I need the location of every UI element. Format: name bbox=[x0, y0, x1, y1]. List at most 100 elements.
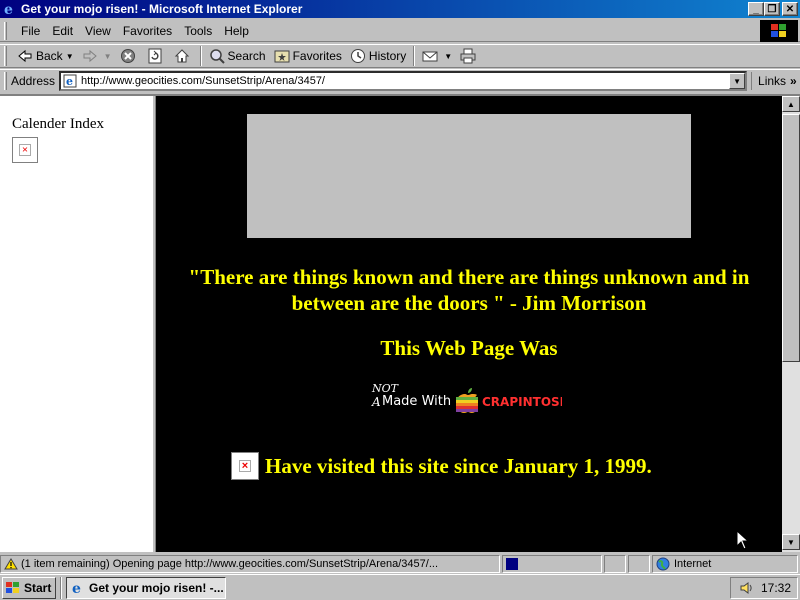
mouse-cursor-icon bbox=[736, 530, 750, 550]
svg-text:e: e bbox=[66, 75, 73, 88]
scroll-up-button[interactable]: ▲ bbox=[782, 96, 800, 112]
forward-arrow-icon bbox=[82, 48, 98, 64]
address-field[interactable]: e http://www.geocities.com/SunsetStrip/A… bbox=[59, 71, 748, 91]
links-label: Links bbox=[758, 74, 787, 88]
forward-dropdown-icon[interactable]: ▼ bbox=[104, 52, 112, 61]
status-bar: (1 item remaining) Opening page http://w… bbox=[0, 554, 800, 574]
close-icon: ✕ bbox=[785, 3, 795, 15]
scroll-down-button[interactable]: ▼ bbox=[782, 534, 800, 550]
home-button[interactable] bbox=[170, 45, 197, 67]
mail-dropdown-icon: ▼ bbox=[444, 51, 453, 61]
standard-toolbar: Back ▼ ▼ Search Favorites History ▼ bbox=[0, 44, 800, 68]
search-button[interactable]: Search bbox=[205, 45, 270, 67]
refresh-button[interactable] bbox=[143, 45, 170, 67]
stop-button[interactable] bbox=[116, 45, 143, 67]
globe-icon bbox=[656, 557, 670, 571]
menu-favorites[interactable]: Favorites bbox=[117, 24, 178, 38]
history-button[interactable]: History bbox=[346, 45, 410, 67]
logo-brand-text: CRAPINTOSH bbox=[482, 395, 562, 409]
links-button[interactable]: Links » bbox=[751, 72, 797, 90]
made-with-heading: This Web Page Was bbox=[380, 336, 558, 360]
broken-image-icon[interactable]: × bbox=[12, 137, 38, 163]
links-chevron-icon: » bbox=[790, 74, 797, 88]
warning-icon bbox=[4, 558, 18, 570]
menu-tools[interactable]: Tools bbox=[178, 24, 218, 38]
forward-button[interactable]: ▼ bbox=[78, 45, 116, 67]
svg-text:e: e bbox=[4, 2, 13, 17]
favorites-label: Favorites bbox=[292, 49, 342, 63]
stop-icon bbox=[120, 48, 136, 64]
address-label: Address bbox=[11, 74, 56, 88]
print-icon bbox=[460, 48, 476, 64]
logo-a-text: A bbox=[371, 395, 381, 409]
address-url: http://www.geocities.com/SunsetStrip/Are… bbox=[81, 75, 325, 87]
task-label: Get your mojo risen! -... bbox=[89, 580, 224, 595]
status-message: (1 item remaining) Opening page http://w… bbox=[21, 558, 438, 570]
close-button[interactable]: ✕ bbox=[782, 2, 798, 16]
menu-edit[interactable]: Edit bbox=[46, 24, 79, 38]
menu-help[interactable]: Help bbox=[218, 24, 255, 38]
print-button[interactable] bbox=[456, 45, 483, 67]
broken-image-icon[interactable]: × bbox=[231, 452, 259, 480]
address-bar: Address e http://www.geocities.com/Sunse… bbox=[0, 69, 800, 92]
start-label: Start bbox=[24, 580, 52, 595]
status-panel-blank bbox=[628, 555, 650, 573]
history-icon bbox=[350, 48, 366, 64]
calendar-index: Calender Index × bbox=[12, 116, 104, 163]
speaker-icon[interactable] bbox=[739, 581, 753, 595]
address-grip[interactable] bbox=[4, 72, 7, 90]
arrow-up-icon: ▲ bbox=[787, 99, 795, 109]
restore-button[interactable]: ❐ bbox=[764, 2, 780, 16]
windows-flag-icon bbox=[6, 581, 19, 593]
clock[interactable]: 17:32 bbox=[761, 581, 791, 595]
system-tray: 17:32 bbox=[730, 577, 798, 599]
favorites-icon bbox=[274, 48, 290, 64]
menu-file[interactable]: File bbox=[15, 24, 46, 38]
security-zone-panel: Internet bbox=[652, 555, 798, 573]
window-title: Get your mojo risen! - Microsoft Interne… bbox=[21, 2, 303, 16]
page-content: Calender Index × "There are things known… bbox=[0, 94, 800, 552]
menu-bar: File Edit View Favorites Tools Help bbox=[0, 20, 800, 42]
internet-explorer-icon: e bbox=[72, 581, 81, 596]
home-icon bbox=[174, 48, 190, 64]
vertical-scrollbar[interactable]: ▲ ▼ bbox=[782, 96, 800, 552]
minimize-icon: _ bbox=[753, 3, 759, 15]
toolbar-separator bbox=[199, 46, 202, 66]
scrollbar-thumb[interactable] bbox=[782, 114, 800, 362]
restore-icon: ❐ bbox=[767, 3, 777, 15]
search-icon bbox=[209, 48, 225, 64]
mail-button[interactable]: ▼ bbox=[418, 45, 456, 67]
page-icon: e bbox=[63, 74, 77, 88]
menu-grip[interactable] bbox=[4, 21, 7, 40]
counter-text: Have visited this site since January 1, … bbox=[265, 453, 652, 478]
back-dropdown-icon[interactable]: ▼ bbox=[66, 52, 74, 61]
svg-text:e: e bbox=[72, 581, 81, 596]
refresh-icon bbox=[147, 48, 163, 64]
toolbar-grip[interactable] bbox=[4, 46, 7, 66]
progress-panel bbox=[502, 555, 602, 573]
browser-window: e Get your mojo risen! - Microsoft Inter… bbox=[0, 0, 800, 574]
mail-icon bbox=[422, 48, 438, 64]
taskbar-item-browser[interactable]: e Get your mojo risen! -... bbox=[66, 576, 226, 599]
toolbar-separator bbox=[413, 46, 416, 66]
visitor-counter: × Have visited this site since January 1… bbox=[231, 452, 652, 480]
windows-logo bbox=[760, 20, 798, 42]
favorites-button[interactable]: Favorites bbox=[270, 45, 346, 67]
menu-view[interactable]: View bbox=[79, 24, 117, 38]
taskbar: Start e Get your mojo risen! -... 17:32 bbox=[0, 574, 800, 600]
status-panel-blank bbox=[604, 555, 626, 573]
taskbar-separator bbox=[60, 576, 62, 599]
logo-made-with-text: Made With bbox=[382, 394, 451, 409]
address-dropdown-icon[interactable]: ▼ bbox=[729, 73, 746, 89]
internet-explorer-icon: e bbox=[4, 2, 13, 17]
progress-bar-fill bbox=[506, 558, 518, 570]
back-button[interactable]: Back ▼ bbox=[13, 45, 78, 67]
minimize-button[interactable]: _ bbox=[748, 2, 764, 16]
windows-flag-icon bbox=[771, 24, 786, 37]
back-arrow-icon bbox=[17, 48, 33, 64]
title-bar[interactable]: e Get your mojo risen! - Microsoft Inter… bbox=[0, 0, 800, 18]
start-button[interactable]: Start bbox=[2, 576, 56, 599]
banner-image-placeholder bbox=[247, 114, 691, 238]
zone-label: Internet bbox=[674, 558, 712, 570]
status-message-panel: (1 item remaining) Opening page http://w… bbox=[0, 555, 500, 573]
